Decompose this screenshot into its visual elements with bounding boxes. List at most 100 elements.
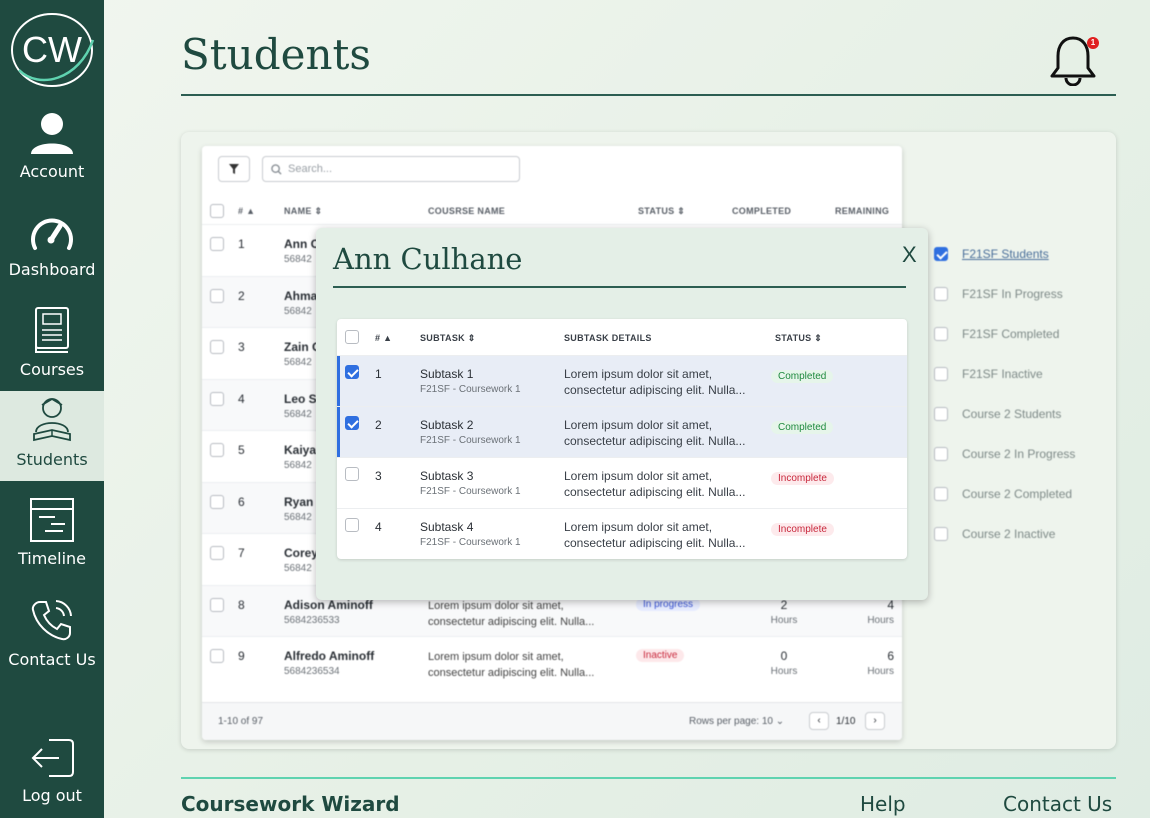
subtask-name[interactable]: Subtask 1: [420, 367, 473, 381]
sidebar-item-account[interactable]: Account: [0, 110, 104, 181]
row-number: 1: [375, 367, 382, 381]
row-checkbox[interactable]: [345, 416, 359, 430]
row-checkbox[interactable]: [210, 649, 224, 663]
column-header-subtask[interactable]: SUBTASK ⇕: [420, 333, 476, 344]
select-all-checkbox[interactable]: [345, 330, 359, 344]
row-checkbox[interactable]: [345, 365, 359, 379]
subtask-row[interactable]: 4 Subtask 4 F21SF - Coursework 1 Lorem ipsu…: [337, 508, 907, 559]
column-header-remaining[interactable]: REMAINING: [835, 206, 889, 216]
column-header-status[interactable]: STATUS ⇕: [638, 206, 685, 217]
row-checkbox[interactable]: [210, 340, 224, 354]
filter-option[interactable]: F21SF Students: [932, 243, 1107, 283]
filter-label[interactable]: F21SF Students: [962, 247, 1049, 261]
filter-label[interactable]: F21SF In Progress: [962, 287, 1063, 301]
filter-button[interactable]: [218, 156, 250, 182]
contact-us-link[interactable]: Contact Us: [1003, 792, 1112, 816]
row-checkbox[interactable]: [345, 467, 359, 481]
row-checkbox[interactable]: [210, 288, 224, 303]
filter-option[interactable]: Course 2 Students: [932, 403, 1107, 443]
student-name[interactable]: Ryan: [284, 495, 313, 509]
row-checkbox[interactable]: [210, 443, 224, 457]
subtask-name[interactable]: Subtask 3: [420, 469, 473, 483]
column-header-details[interactable]: SUBTASK DETAILS: [564, 333, 652, 343]
filter-label[interactable]: Course 2 In Progress: [962, 447, 1075, 461]
help-link[interactable]: Help: [860, 792, 906, 816]
subtask-course: F21SF - Coursework 1: [420, 537, 521, 548]
row-checkbox[interactable]: [210, 546, 224, 560]
filter-label[interactable]: Course 2 Students: [962, 407, 1061, 421]
column-header-name[interactable]: NAME ⇕: [284, 206, 322, 217]
filter-label[interactable]: Course 2 Completed: [962, 487, 1072, 501]
subtask-name[interactable]: Subtask 4: [420, 520, 473, 534]
filter-checkbox[interactable]: [934, 327, 948, 341]
student-id: 56842: [284, 357, 312, 368]
sidebar-item-dashboard[interactable]: Dashboard: [0, 212, 104, 279]
subtask-row[interactable]: 1 Subtask 1 F21SF - Coursework 1 Lorem ipsu…: [337, 355, 907, 406]
student-name[interactable]: Alfredo Aminoff: [284, 649, 374, 663]
filter-checkbox[interactable]: [934, 367, 948, 381]
sidebar-item-label: Contact Us: [8, 650, 96, 669]
subtask-details: Lorem ipsum dolor sit amet, consectetur a…: [564, 520, 746, 550]
subtask-course: F21SF - Coursework 1: [420, 435, 521, 446]
filter-option[interactable]: Course 2 Inactive: [932, 523, 1107, 563]
filter-checkbox[interactable]: [934, 247, 948, 261]
search-input[interactable]: Search...: [262, 156, 520, 182]
column-header-num[interactable]: # ▲: [238, 206, 255, 216]
filter-label[interactable]: Course 2 Inactive: [962, 527, 1055, 541]
sidebar-item-timeline[interactable]: Timeline: [0, 497, 104, 568]
footer-divider: [181, 777, 1116, 779]
close-button[interactable]: X: [902, 242, 917, 268]
row-number: 4: [375, 520, 382, 534]
prev-page-button[interactable]: ‹: [809, 712, 829, 730]
filter-option[interactable]: F21SF Completed: [932, 323, 1107, 363]
row-checkbox[interactable]: [210, 494, 224, 509]
subtask-details: Lorem ipsum dolor sit amet, consectetur a…: [564, 418, 746, 448]
filter-label[interactable]: F21SF Inactive: [962, 367, 1043, 381]
student-name[interactable]: Ann C: [284, 237, 319, 251]
course-description: Lorem ipsum dolor sit amet, consectetur a…: [428, 599, 595, 628]
sidebar-item-contact-us[interactable]: Contact Us: [0, 596, 104, 669]
rows-per-page-select[interactable]: Rows per page: 10 ⌄: [689, 716, 784, 727]
student-name[interactable]: Leo S: [284, 392, 317, 406]
filter-checkbox[interactable]: [934, 287, 948, 301]
sidebar-item-students[interactable]: Students: [0, 391, 104, 481]
column-header-course[interactable]: COUSRSE NAME: [428, 206, 505, 216]
timeline-icon: [30, 498, 74, 542]
filter-checkbox[interactable]: [934, 407, 948, 421]
next-page-button[interactable]: ›: [865, 712, 885, 730]
filter-option[interactable]: Course 2 In Progress: [932, 443, 1107, 483]
row-checkbox[interactable]: [210, 237, 224, 251]
filter-checkbox[interactable]: [934, 487, 948, 501]
subtask-row[interactable]: 3 Subtask 3 F21SF - Coursework 1 Lorem ipsu…: [337, 457, 907, 508]
filter-label[interactable]: F21SF Completed: [962, 327, 1059, 341]
student-id: 56842: [284, 408, 312, 420]
row-checkbox[interactable]: [210, 597, 224, 612]
student-name[interactable]: Corey: [284, 546, 318, 560]
subtask-details: Lorem ipsum dolor sit amet, consectetur a…: [564, 469, 746, 499]
filter-option[interactable]: Course 2 Completed: [932, 483, 1107, 523]
subtask-course: F21SF - Coursework 1: [420, 486, 521, 497]
filter-checkbox[interactable]: [934, 527, 948, 541]
subtask-name[interactable]: Subtask 2: [420, 418, 473, 432]
subtask-row[interactable]: 2 Subtask 2 F21SF - Coursework 1 Lorem ipsu…: [337, 406, 907, 457]
table-row[interactable]: 9 Alfredo Aminoff 5684236534 Lorem ipsum do…: [202, 636, 902, 687]
sidebar-item-label: Timeline: [17, 549, 87, 568]
filter-option[interactable]: F21SF Inactive: [932, 363, 1107, 403]
header-divider: [181, 94, 1116, 96]
logout-label: Log out: [22, 786, 82, 805]
row-checkbox[interactable]: [210, 391, 224, 406]
column-header-completed[interactable]: COMPLETED: [732, 206, 791, 216]
row-checkbox[interactable]: [345, 518, 359, 532]
student-icon: [33, 397, 71, 442]
logo[interactable]: CW: [9, 10, 95, 90]
row-number: 8: [238, 597, 245, 612]
logout-button[interactable]: Log out: [0, 736, 104, 805]
student-name[interactable]: Kaiya: [284, 443, 316, 457]
sidebar-item-courses[interactable]: Courses: [0, 306, 104, 379]
column-header-num[interactable]: # ▲: [375, 333, 392, 343]
select-all-checkbox[interactable]: [210, 204, 224, 218]
column-header-status[interactable]: STATUS ⇕: [775, 333, 822, 344]
student-name[interactable]: Ahma: [284, 289, 317, 303]
filter-option[interactable]: F21SF In Progress: [932, 283, 1107, 323]
filter-checkbox[interactable]: [934, 447, 948, 461]
